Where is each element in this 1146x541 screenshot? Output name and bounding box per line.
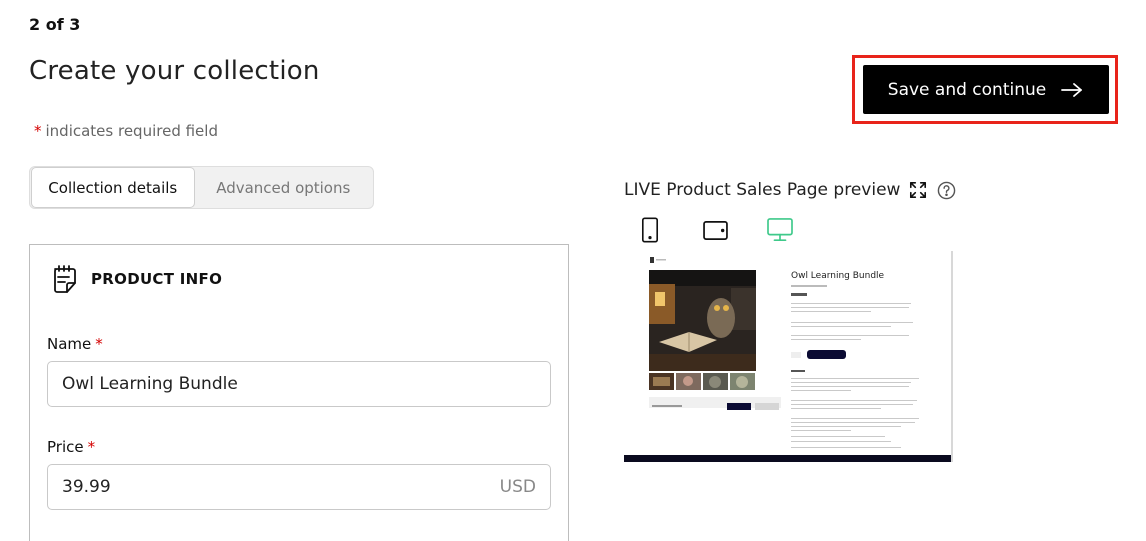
price-label: Price * — [47, 438, 95, 456]
preview-text-line — [791, 422, 915, 423]
price-input[interactable] — [47, 464, 551, 510]
preview-text-line — [791, 322, 913, 323]
preview-buy-button — [807, 350, 846, 359]
name-label-text: Name — [47, 335, 92, 353]
step-indicator: 2 of 3 — [29, 15, 81, 34]
preview-text-line — [791, 285, 827, 287]
mobile-icon — [641, 217, 659, 243]
help-icon[interactable] — [936, 180, 956, 200]
preview-text-line — [791, 430, 851, 431]
name-label: Name * — [47, 335, 103, 353]
tablet-icon — [702, 220, 728, 240]
mobile-device-button[interactable] — [636, 216, 664, 244]
page-title: Create your collection — [29, 56, 320, 86]
name-input[interactable] — [47, 361, 551, 407]
expand-icon[interactable] — [908, 180, 928, 200]
required-note: * indicates required field — [34, 122, 218, 140]
preview-text-line — [791, 390, 851, 391]
preview-text-line — [791, 447, 901, 448]
preview-header: LIVE Product Sales Page preview — [624, 180, 956, 200]
currency-label: USD — [499, 477, 536, 497]
preview-thumbnail — [649, 373, 674, 390]
preview-text-line — [791, 426, 901, 427]
panel-header: PRODUCT INFO — [49, 263, 222, 295]
price-required-star: * — [87, 438, 96, 456]
preview-bottom-bar — [624, 455, 951, 462]
preview-text-line — [791, 418, 919, 419]
preview-text-line — [791, 378, 919, 379]
preview-hero-image — [649, 270, 756, 371]
preview-details-heading — [791, 370, 805, 372]
preview-text-line — [791, 326, 891, 327]
tab-bar: Collection details Advanced options — [29, 166, 374, 209]
name-required-star: * — [95, 335, 103, 353]
preview-text-line — [791, 303, 911, 304]
preview-text-line — [791, 400, 917, 401]
preview-cart-banner — [649, 397, 781, 410]
tablet-device-button[interactable] — [701, 216, 729, 244]
product-note-icon — [54, 265, 76, 293]
preview-text-line — [791, 408, 881, 409]
tab-advanced-options[interactable]: Advanced options — [195, 167, 372, 208]
preview-price-line — [791, 293, 807, 296]
save-and-continue-button[interactable]: Save and continue — [863, 65, 1109, 114]
preview-text-line — [791, 307, 909, 308]
preview-text-line — [791, 404, 913, 405]
save-button-label: Save and continue — [887, 79, 1047, 100]
product-info-panel: PRODUCT INFO Name* Price* USD — [29, 244, 569, 541]
arrow-right-icon — [1061, 82, 1083, 97]
panel-title: PRODUCT INFO — [91, 270, 223, 288]
preview-title: LIVE Product Sales Page preview — [624, 180, 901, 200]
desktop-device-button[interactable] — [766, 216, 794, 244]
price-label-text: Price — [47, 438, 84, 456]
preview-logo-icon — [650, 257, 666, 263]
preview-text-line — [791, 335, 909, 336]
preview-thumbnail — [676, 373, 701, 390]
preview-text-line — [791, 382, 911, 383]
preview-product-title: Owl Learning Bundle — [791, 271, 885, 281]
preview-text-line — [791, 441, 891, 442]
sales-page-preview[interactable]: Owl Learning Bundle — [624, 251, 953, 462]
preview-text-line — [791, 339, 861, 340]
required-star: * — [34, 122, 42, 140]
tab-collection-details[interactable]: Collection details — [31, 167, 195, 208]
required-note-text: indicates required field — [45, 122, 218, 140]
preview-thumbnail — [730, 373, 755, 390]
preview-thumbnail — [703, 373, 728, 390]
preview-text-line — [791, 386, 909, 387]
preview-quantity-box — [791, 352, 801, 358]
desktop-icon — [767, 218, 793, 241]
preview-text-line — [791, 436, 885, 437]
preview-text-line — [791, 311, 871, 312]
